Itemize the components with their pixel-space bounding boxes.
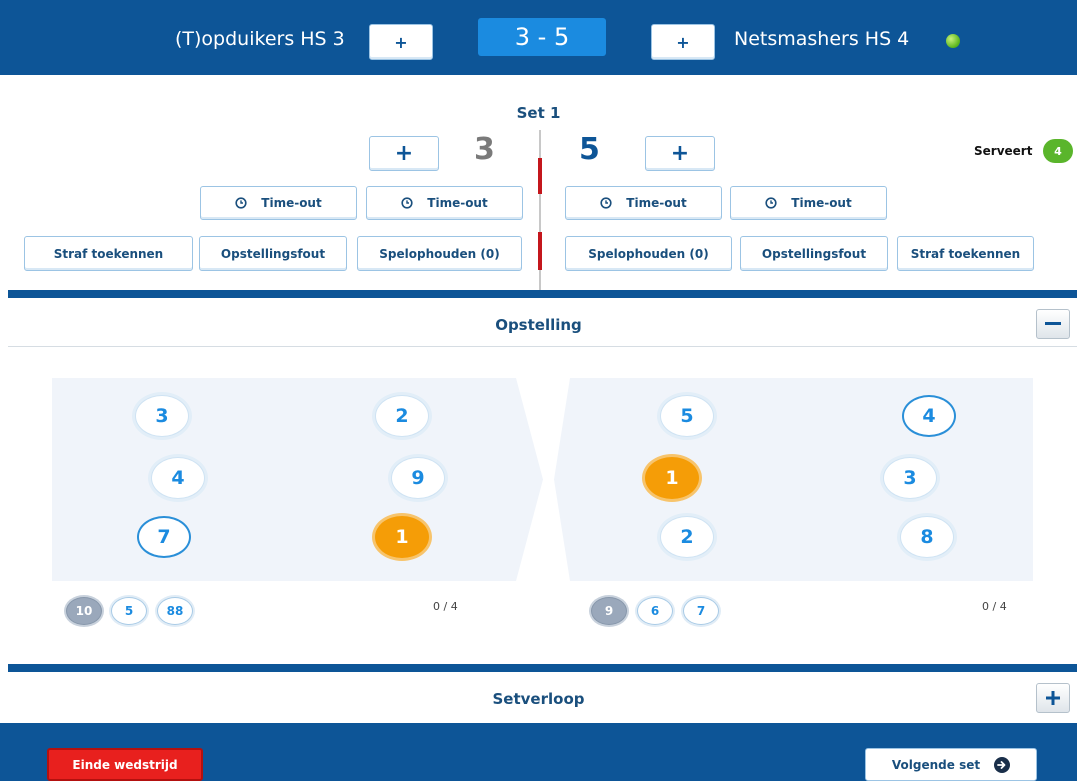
away-player[interactable]: 3 [883,457,937,499]
home-lineup-error-button[interactable]: Opstellingsfout [199,236,347,271]
lineup-title: Opstelling [495,316,582,334]
home-player[interactable]: 9 [391,457,445,499]
home-team-name: (T)opduikers HS 3 [175,28,345,50]
away-lineup-error-button[interactable]: Opstellingsfout [740,236,888,271]
home-bench-player[interactable]: 88 [157,597,193,625]
home-bench-player[interactable]: 10 [66,597,102,625]
collapse-lineup-button[interactable] [1036,309,1070,339]
serve-label: Serveert [974,144,1033,158]
timeout-label: Time-out [626,196,687,210]
home-player[interactable]: 4 [151,457,205,499]
set-title: Set 1 [516,104,561,122]
next-set-button[interactable]: Volgende set [865,748,1037,781]
section-divider [8,346,1077,347]
home-penalty-button[interactable]: Straf toekennen [24,236,193,271]
expand-set-progress-button[interactable] [1036,683,1070,713]
home-add-point-button[interactable]: + [369,24,433,60]
home-player-serving[interactable]: 1 [375,516,429,558]
home-set-score: 3 [474,132,495,167]
timeout-label: Time-out [261,196,322,210]
home-player-captain[interactable]: 7 [137,516,191,558]
server-badge: 4 [1043,139,1073,163]
home-timeout-button-1[interactable]: Time-out [200,186,357,220]
away-timeout-button-1[interactable]: Time-out [565,186,722,220]
away-add-point-button[interactable]: + [651,24,715,60]
home-court [52,378,543,581]
away-player-serving[interactable]: 1 [645,457,699,499]
away-set-add-point-button[interactable]: + [645,136,715,171]
away-player[interactable]: 8 [900,516,954,558]
away-penalty-button[interactable]: Straf toekennen [897,236,1034,271]
timeout-label: Time-out [427,196,488,210]
clock-icon [235,197,247,209]
net-marker-top [538,158,542,194]
away-set-score: 5 [579,132,600,167]
home-player[interactable]: 2 [375,395,429,437]
home-timeout-button-2[interactable]: Time-out [366,186,523,220]
section-separator [8,664,1077,672]
away-team-name: Netsmashers HS 4 [734,28,910,50]
home-player[interactable]: 3 [135,395,189,437]
away-timeout-button-2[interactable]: Time-out [730,186,887,220]
serve-indicator-icon [946,34,960,48]
section-separator [8,290,1077,298]
home-set-add-point-button[interactable]: + [369,136,439,171]
end-match-button[interactable]: Einde wedstrijd [47,748,203,781]
set-progress-title: Setverloop [492,690,585,708]
clock-icon [765,197,777,209]
plus-icon [1046,691,1060,705]
net-marker-bottom [538,232,542,270]
home-bench-player[interactable]: 5 [111,597,147,625]
away-player[interactable]: 2 [660,516,714,558]
away-court [554,378,1033,581]
arrow-right-icon [994,756,1011,773]
away-player-captain[interactable]: 4 [902,395,956,437]
match-header: (T)opduikers HS 3 + 3 - 5 + Netsmashers … [0,0,1077,75]
clock-icon [401,197,413,209]
next-set-label: Volgende set [891,757,981,772]
home-substitution-count: 0 / 4 [433,600,458,613]
away-bench-player[interactable]: 9 [591,597,627,625]
timeout-label: Time-out [791,196,852,210]
minus-icon [1045,322,1061,325]
away-substitution-count: 0 / 4 [982,600,1007,613]
away-delay-button[interactable]: Spelophouden (0) [565,236,732,271]
match-score: 3 - 5 [478,18,606,56]
away-bench-player[interactable]: 6 [637,597,673,625]
away-player[interactable]: 5 [660,395,714,437]
home-delay-button[interactable]: Spelophouden (0) [357,236,522,271]
clock-icon [600,197,612,209]
away-bench-player[interactable]: 7 [683,597,719,625]
